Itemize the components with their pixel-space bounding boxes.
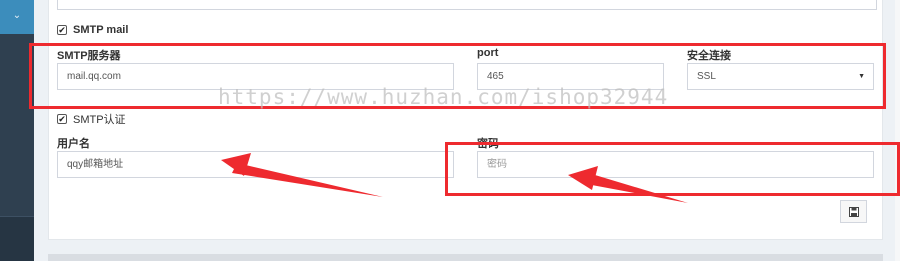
arrow-to-username bbox=[232, 163, 383, 197]
arrow-to-password bbox=[581, 172, 688, 203]
watermark-text: https://www.huzhan.com/ishop32944 bbox=[218, 85, 669, 109]
arrow-to-password-head bbox=[568, 166, 598, 190]
annotation-arrows bbox=[221, 153, 688, 203]
